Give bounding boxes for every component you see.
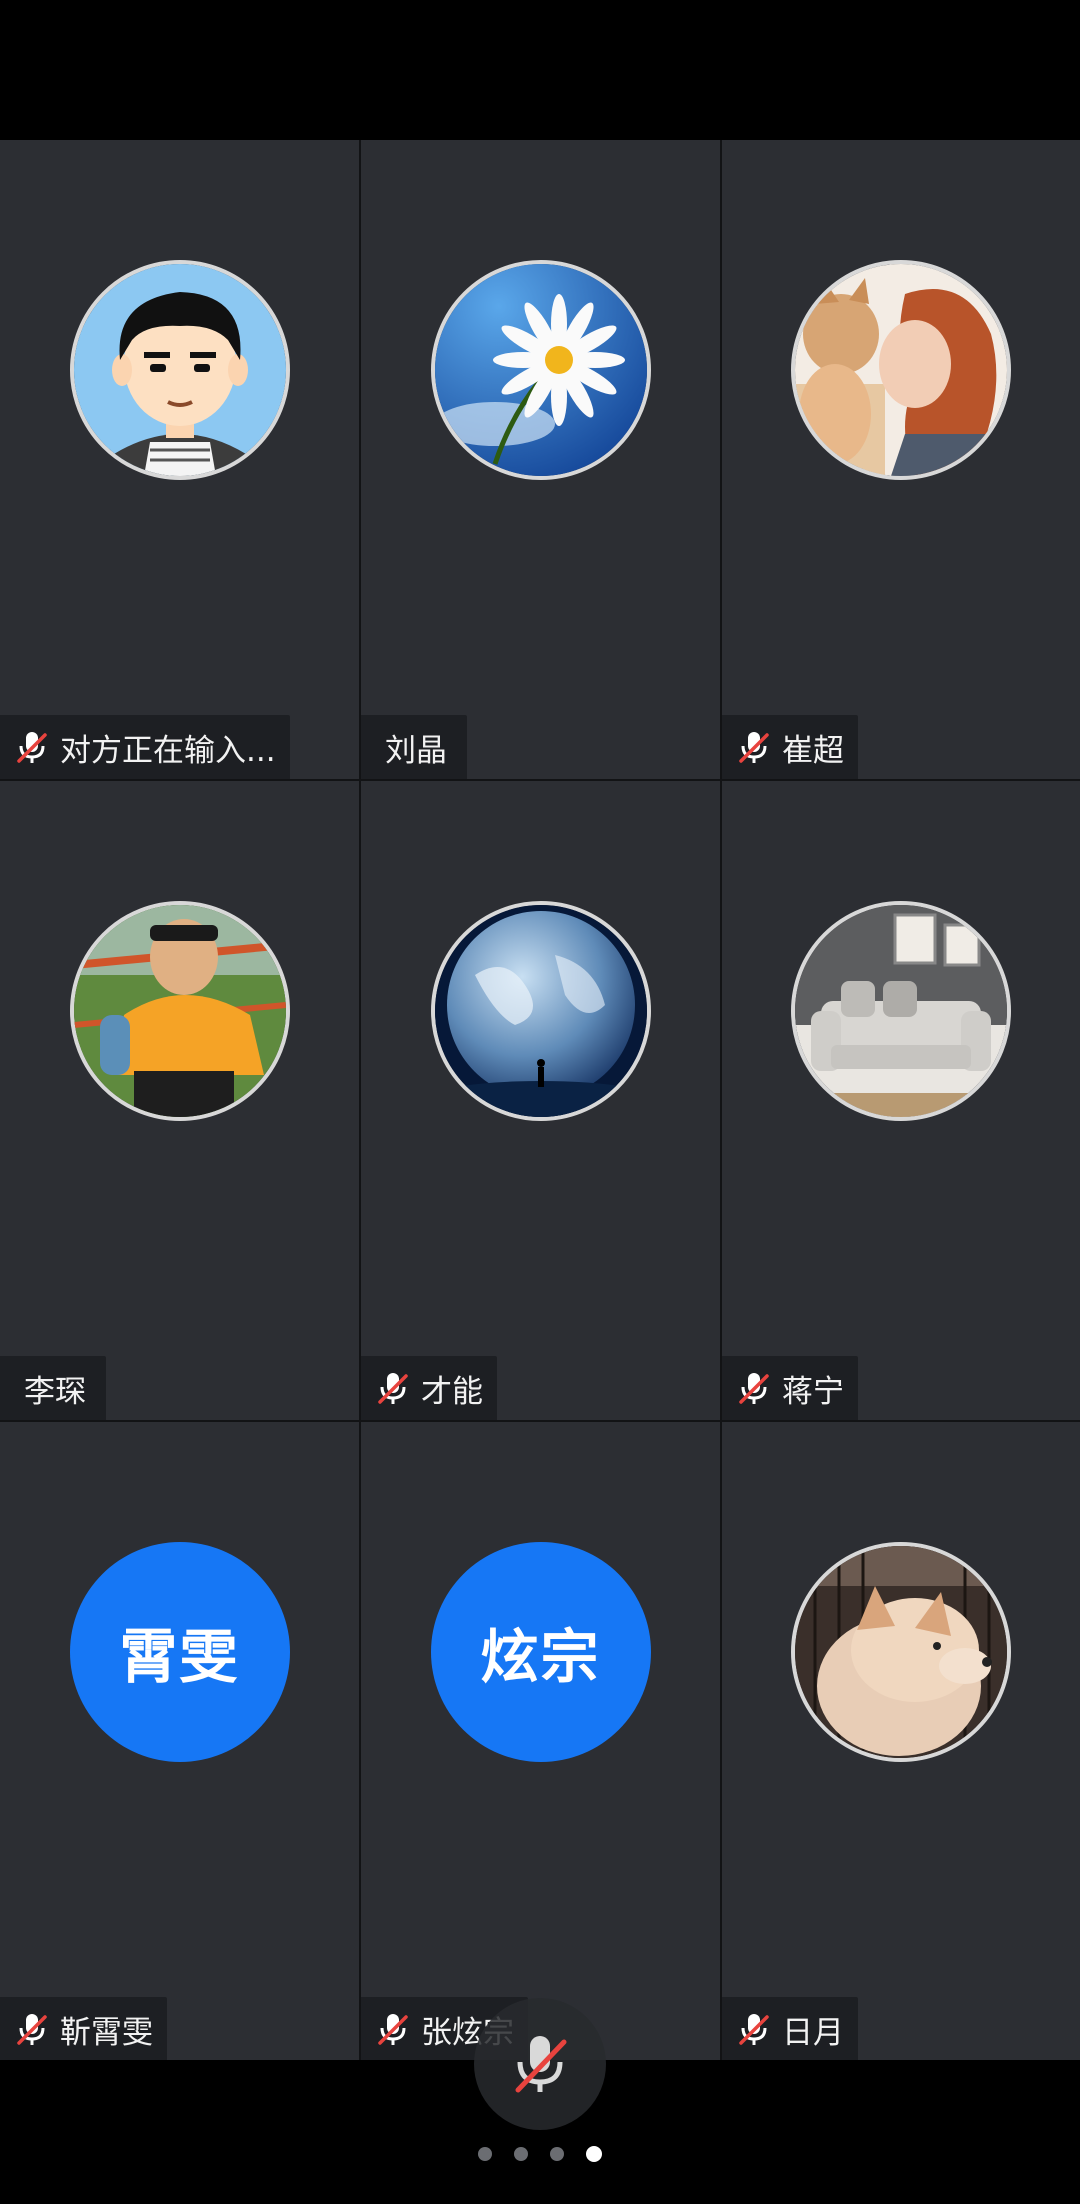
page-indicator bbox=[0, 2144, 1080, 2164]
participant-tile[interactable]: 刘晶 bbox=[361, 140, 720, 779]
participant-tile[interactable]: 日月 bbox=[722, 1422, 1080, 2061]
top-black-bar bbox=[0, 0, 1080, 140]
participant-tile[interactable]: 李琛 bbox=[0, 781, 359, 1420]
participant-tile[interactable]: 崔超 bbox=[722, 140, 1080, 779]
initials-avatar: 炫宗 bbox=[430, 1542, 651, 1762]
participant-name: 刘晶 bbox=[385, 732, 447, 769]
page-dot[interactable] bbox=[478, 2147, 492, 2161]
name-tag: 日月 bbox=[722, 1997, 858, 2061]
name-tag: 崔超 bbox=[722, 715, 858, 779]
participant-name: 才能 bbox=[421, 1373, 483, 1410]
participant-name: 靳霄雯 bbox=[60, 2014, 153, 2051]
initials-avatar: 霄雯 bbox=[69, 1542, 290, 1762]
avatar bbox=[430, 901, 651, 1121]
participant-name: 蒋宁 bbox=[782, 1373, 844, 1410]
page-dot-active[interactable] bbox=[586, 2146, 602, 2162]
name-tag: 对方正在输入... bbox=[0, 715, 290, 779]
sofa-room-avatar bbox=[795, 905, 1007, 1117]
avatar bbox=[430, 260, 651, 480]
mic-off-icon bbox=[739, 1373, 769, 1404]
participant-name: 崔超 bbox=[782, 732, 844, 769]
daisy-sky-avatar bbox=[434, 264, 647, 476]
participant-grid: 对方正在输入... 刘晶 崔超 李琛 才能 蒋宁 霄雯 靳霄雯 炫宗 张炫宗 日… bbox=[0, 140, 1080, 2061]
mic-off-icon bbox=[515, 2036, 567, 2093]
page-dot[interactable] bbox=[514, 2147, 528, 2161]
participant-name: 日月 bbox=[782, 2014, 844, 2051]
participant-name: 李琛 bbox=[24, 1373, 86, 1410]
participant-name: 对方正在输入... bbox=[60, 732, 276, 769]
avatar bbox=[791, 260, 1011, 480]
participant-tile[interactable]: 对方正在输入... bbox=[0, 140, 359, 779]
participant-tile[interactable]: 霄雯 靳霄雯 bbox=[0, 1422, 359, 2061]
kid-orange-shirt-avatar bbox=[73, 905, 286, 1117]
page-dot[interactable] bbox=[550, 2147, 564, 2161]
avatar bbox=[69, 260, 290, 480]
name-tag: 李琛 bbox=[0, 1356, 106, 1420]
name-tag: 蒋宁 bbox=[722, 1356, 858, 1420]
participant-tile[interactable]: 才能 bbox=[361, 781, 720, 1420]
mic-off-icon bbox=[739, 732, 769, 763]
name-tag: 才能 bbox=[361, 1356, 497, 1420]
name-tag: 靳霄雯 bbox=[0, 1997, 167, 2061]
avatar bbox=[69, 901, 290, 1121]
name-tag: 刘晶 bbox=[361, 715, 467, 779]
shiba-dog-avatar bbox=[795, 1546, 1007, 1758]
avatar bbox=[791, 1542, 1011, 1762]
participant-tile[interactable]: 炫宗 张炫宗 bbox=[361, 1422, 720, 2061]
avatar bbox=[791, 901, 1011, 1121]
cartoon-boy-avatar bbox=[73, 264, 286, 476]
mic-off-icon bbox=[17, 732, 47, 763]
mic-off-icon bbox=[17, 2014, 47, 2045]
mic-off-icon bbox=[378, 1373, 408, 1404]
mute-toggle-button[interactable] bbox=[474, 1998, 606, 2130]
participant-tile[interactable]: 蒋宁 bbox=[722, 781, 1080, 1420]
mic-off-icon bbox=[378, 2014, 408, 2045]
woman-cat-avatar bbox=[795, 264, 1007, 476]
earth-globe-avatar bbox=[434, 905, 647, 1117]
mic-off-icon bbox=[739, 2014, 769, 2045]
